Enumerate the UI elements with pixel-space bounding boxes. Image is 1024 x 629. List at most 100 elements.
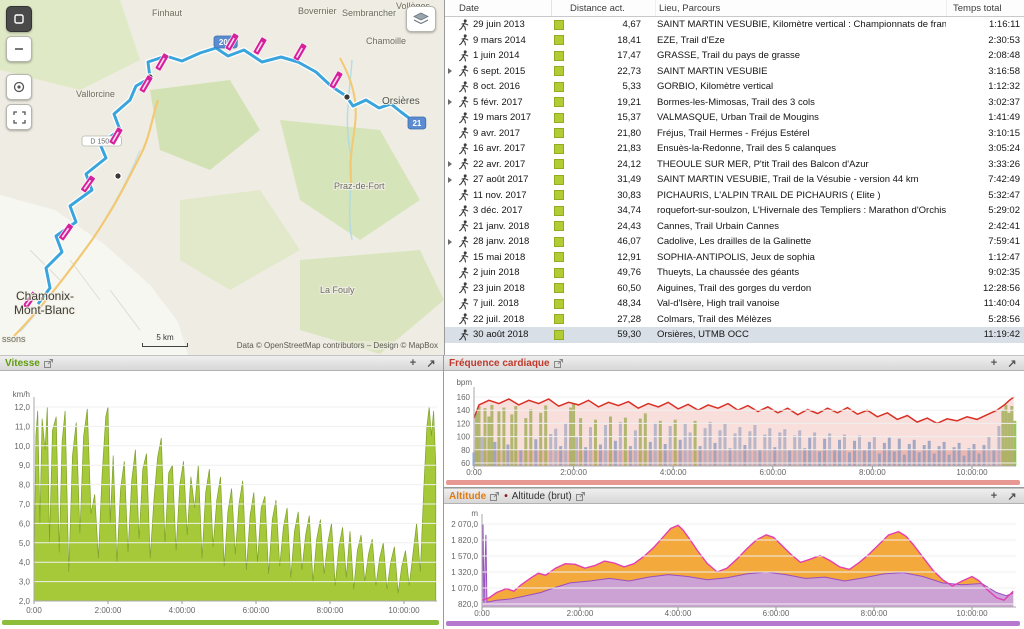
row-expander[interactable] <box>445 95 455 111</box>
table-row[interactable]: 2 juin 201849,76Thueyts, La chaussée des… <box>445 265 1024 281</box>
tour-distance: 24,43 <box>567 219 643 235</box>
y-axis-label: 120 <box>457 419 471 428</box>
detach-icon[interactable] <box>576 492 586 501</box>
runner-icon <box>458 282 469 294</box>
zoom-range-slider[interactable] <box>446 480 1020 485</box>
zoom-range-slider[interactable] <box>446 621 1020 626</box>
row-expander[interactable] <box>445 234 455 250</box>
tour-date: 15 mai 2018 <box>471 250 551 266</box>
detach-icon[interactable] <box>554 359 564 368</box>
row-expander <box>445 126 455 142</box>
table-row[interactable]: 22 juil. 201827,28Colmars, Trail des Mél… <box>445 312 1024 328</box>
table-row[interactable]: 11 nov. 201730,83PICHAURIS, L'ALPIN TRAI… <box>445 188 1024 204</box>
column-header-place[interactable]: Lieu, Parcours <box>655 0 946 16</box>
distance-bar-icon <box>554 175 564 185</box>
table-row[interactable]: 9 mars 201418,41EZE, Trail d'Eze2:30:53 <box>445 33 1024 49</box>
tour-place: SAINT MARTIN VESUBIE, Kilomètre vertical… <box>655 17 946 33</box>
application-window: 20321D 1506 FinhautBovernierSembrancherV… <box>0 0 1024 629</box>
speed-chart-panel: Vitesse + ↗ 12,011,010,09,08,07,06,05,04… <box>0 355 444 629</box>
maximize-chart-button[interactable]: ↗ <box>424 357 438 370</box>
tour-distance: 59,30 <box>567 327 643 343</box>
tour-distance: 48,34 <box>567 296 643 312</box>
table-row[interactable]: 27 août 201731,49SAINT MARTIN VESUBIE, T… <box>445 172 1024 188</box>
tour-date: 11 nov. 2017 <box>471 188 551 204</box>
table-row[interactable]: 9 avr. 201721,80Fréjus, Trail Hermes - F… <box>445 126 1024 142</box>
tour-place: Colmars, Trail des Mélèzes <box>655 312 946 328</box>
row-expander <box>445 327 455 343</box>
table-row[interactable]: 3 déc. 201734,74roquefort-sur-soulzon, L… <box>445 203 1024 219</box>
tour-date: 7 juil. 2018 <box>471 296 551 312</box>
table-row[interactable]: 15 mai 201812,91SOPHIA-ANTIPOLIS, Jeux d… <box>445 250 1024 266</box>
tour-table-panel: Date Distance act. Lieu, Parcours Temps … <box>444 0 1024 355</box>
y-axis-label: 10,0 <box>14 442 30 451</box>
heart-rate-chart[interactable]: 16014012010080600:002:00:004:00:006:00:0… <box>444 371 1024 487</box>
table-row[interactable]: 21 janv. 201824,43Cannes, Trail Urbain C… <box>445 219 1024 235</box>
tour-table-body: 29 juin 20134,67SAINT MARTIN VESUBIE, Ki… <box>445 17 1024 355</box>
tour-time: 11:40:04 <box>946 296 1024 312</box>
add-chart-button[interactable]: + <box>406 357 420 369</box>
map-panel[interactable]: 20321D 1506 FinhautBovernierSembrancherV… <box>0 0 444 355</box>
map-layers-button[interactable] <box>406 6 436 32</box>
table-row[interactable]: 23 juin 201860,50Aiguines, Trail des gor… <box>445 281 1024 297</box>
zoom-range-slider[interactable] <box>2 620 439 625</box>
table-row[interactable]: 28 janv. 201846,07Cadolive, Les drailles… <box>445 234 1024 250</box>
detach-icon[interactable] <box>44 359 54 368</box>
detach-icon[interactable] <box>490 492 500 501</box>
map-canvas[interactable]: 20321D 1506 FinhautBovernierSembrancherV… <box>0 0 444 355</box>
add-chart-button[interactable]: + <box>987 357 1001 369</box>
column-header-time[interactable]: Temps total <box>946 0 1024 16</box>
add-chart-button[interactable]: + <box>987 490 1001 502</box>
zoom-out-button[interactable] <box>6 36 32 62</box>
tour-time: 1:12:47 <box>946 250 1024 266</box>
tour-place: SAINT MARTIN VESUBIE <box>655 64 946 80</box>
y-axis-label: 2,0 <box>19 597 31 606</box>
table-row[interactable]: 5 févr. 201719,21Bormes-les-Mimosas, Tra… <box>445 95 1024 111</box>
y-axis-label: 11,0 <box>15 422 31 431</box>
tour-distance: 34,74 <box>567 203 643 219</box>
runner-icon <box>458 143 469 155</box>
poi-dot[interactable] <box>344 94 350 100</box>
table-row[interactable]: 1 juin 201417,47GRASSE, Trail du pays de… <box>445 48 1024 64</box>
distance-bar-icon <box>554 128 564 138</box>
tour-place: GORBIO, Kilomètre vertical <box>655 79 946 95</box>
charts-area: Vitesse + ↗ 12,011,010,09,08,07,06,05,04… <box>0 355 1024 629</box>
locate-button[interactable] <box>6 74 32 100</box>
table-row[interactable]: 16 avr. 201721,83Ensuès-la-Redonne, Trai… <box>445 141 1024 157</box>
table-row[interactable]: 8 oct. 20165,33GORBIO, Kilomètre vertica… <box>445 79 1024 95</box>
tour-distance: 19,21 <box>567 95 643 111</box>
column-header-date[interactable]: Date <box>445 0 551 16</box>
tour-place: Thueyts, La chaussée des géants <box>655 265 946 281</box>
table-row[interactable]: 22 avr. 201724,12THEOULE SUR MER, P'tit … <box>445 157 1024 173</box>
row-expander <box>445 48 455 64</box>
column-header-distance[interactable]: Distance act. <box>551 0 655 16</box>
poi-dot[interactable] <box>115 173 121 179</box>
speed-chart[interactable]: 12,011,010,09,08,07,06,05,04,03,02,00:00… <box>0 371 443 627</box>
altitude-chart[interactable]: 2 070,01 820,01 570,01 320,01 070,0820,0… <box>444 504 1024 628</box>
row-expander[interactable] <box>445 157 455 173</box>
distance-bar-icon <box>554 190 564 200</box>
distance-bar-icon <box>554 97 564 107</box>
table-row[interactable]: 19 mars 201715,37VALMASQUE, Urban Trail … <box>445 110 1024 126</box>
table-row[interactable]: 7 juil. 201848,34Val-d'Isère, High trail… <box>445 296 1024 312</box>
y-axis-label: 140 <box>457 406 471 415</box>
row-expander[interactable] <box>445 64 455 80</box>
maximize-chart-button[interactable]: ↗ <box>1005 490 1019 503</box>
y-axis-label: 4,0 <box>19 558 31 567</box>
row-expander[interactable] <box>445 172 455 188</box>
tour-date: 1 juin 2014 <box>471 48 551 64</box>
tour-place: EZE, Trail d'Eze <box>655 33 946 49</box>
table-row[interactable]: 6 sept. 201522,73SAINT MARTIN VESUBIE3:1… <box>445 64 1024 80</box>
maximize-chart-button[interactable]: ↗ <box>1005 357 1019 370</box>
map-options-button[interactable] <box>6 6 32 32</box>
y-axis-label: 1 820,0 <box>451 536 478 545</box>
table-row[interactable]: 29 juin 20134,67SAINT MARTIN VESUBIE, Ki… <box>445 17 1024 33</box>
fullscreen-icon <box>13 111 26 124</box>
runner-icon <box>458 127 469 139</box>
x-axis-label: 6:00:00 <box>759 468 786 477</box>
tour-distance: 49,76 <box>567 265 643 281</box>
y-axis-label: 1 070,0 <box>451 584 478 593</box>
fullscreen-button[interactable] <box>6 104 32 130</box>
expander-triangle-icon <box>448 99 452 105</box>
tour-time: 3:33:26 <box>946 157 1024 173</box>
table-row[interactable]: 30 août 201859,30Orsières, UTMB OCC11:19… <box>445 327 1024 343</box>
